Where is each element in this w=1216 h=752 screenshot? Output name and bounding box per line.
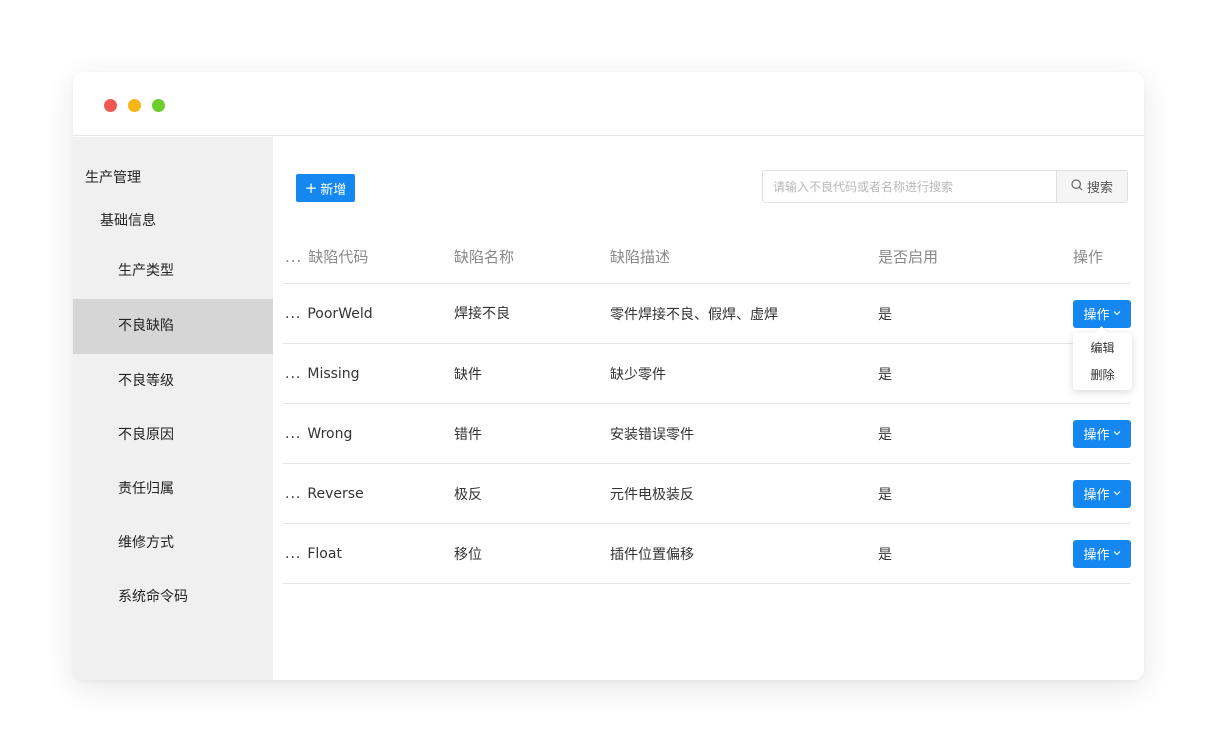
defect-code-text: Reverse	[307, 485, 364, 502]
cell-defect-code: ... PoorWeld	[285, 284, 450, 343]
sidebar-item-label: 不良原因	[118, 427, 174, 443]
app-window: 生产管理 基础信息 生产类型 不良缺陷 不良等级 不良原因 责任归属 维修方式 …	[73, 72, 1144, 680]
sidebar-group-title[interactable]: 生产管理	[85, 167, 141, 187]
row-action-label: 操作	[1083, 548, 1110, 563]
chevron-down-icon	[1113, 546, 1121, 561]
search-button-label: 搜索	[1086, 181, 1113, 196]
sidebar-item-production-type[interactable]: 生产类型	[73, 244, 273, 299]
row-more-icon[interactable]: ...	[285, 546, 301, 562]
cell-actions: 操作	[1073, 404, 1133, 463]
cell-defect-code: ... Wrong	[285, 404, 450, 463]
table-row: ... Wrong 错件 安装错误零件 是 操作	[283, 404, 1131, 464]
row-action-button[interactable]: 操作	[1073, 539, 1131, 568]
sidebar-item-label: 不良缺陷	[118, 318, 174, 334]
defect-table: ... 缺陷代码 缺陷名称 缺陷描述 是否启用 操作 ... PoorWeld 焊接…	[283, 230, 1131, 584]
sidebar-item-defect[interactable]: 不良缺陷	[73, 299, 273, 354]
minimize-window-button[interactable]	[128, 99, 141, 112]
maximize-window-button[interactable]	[152, 99, 165, 112]
header-label: 缺陷代码	[308, 248, 369, 266]
cell-defect-name: 极反	[454, 486, 482, 503]
cell-defect-description: 插件位置偏移	[610, 546, 694, 563]
row-action-label: 操作	[1083, 488, 1110, 503]
add-button-label: 新增	[320, 182, 347, 198]
menu-item-delete[interactable]: 删除	[1073, 362, 1132, 389]
cell-defect-description: 元件电极装反	[610, 486, 694, 503]
search-bar: 搜索	[762, 170, 1128, 203]
action-dropdown-menu: 编辑 删除	[1073, 333, 1132, 390]
cell-defect-description: 零件焊接不良、假焊、虚焊	[610, 306, 778, 323]
row-action-label: 操作	[1083, 428, 1110, 443]
sidebar-item-label: 维修方式	[118, 535, 174, 551]
row-action-button[interactable]: 操作	[1073, 299, 1131, 328]
header-defect-name: 缺陷名称	[454, 248, 515, 266]
cell-actions: 操作	[1073, 524, 1133, 583]
defect-code-text: Missing	[307, 365, 360, 382]
column-more-icon[interactable]: ...	[285, 248, 302, 266]
table-header: ... 缺陷代码 缺陷名称 缺陷描述 是否启用 操作	[283, 230, 1131, 284]
header-defect-description: 缺陷描述	[610, 248, 671, 266]
sidebar-item-defect-level[interactable]: 不良等级	[73, 354, 273, 409]
search-button[interactable]: 搜索	[1056, 171, 1127, 202]
close-window-button[interactable]	[104, 99, 117, 112]
defect-code-text: Wrong	[307, 425, 353, 442]
cell-defect-name: 错件	[454, 426, 482, 443]
cell-enabled: 是	[878, 306, 892, 323]
table-row: ... Reverse 极反 元件电极装反 是 操作	[283, 464, 1131, 524]
chevron-down-icon	[1113, 306, 1121, 321]
cell-defect-description: 缺少零件	[610, 366, 666, 383]
row-action-label: 操作	[1083, 308, 1110, 323]
sidebar-item-label: 生产类型	[118, 263, 174, 279]
table-row: ...Missing 缺件 缺少零件 是 操作	[283, 344, 1131, 404]
cell-defect-name: 移位	[454, 546, 482, 563]
cell-enabled: 是	[878, 486, 892, 503]
header-defect-code[interactable]: ... 缺陷代码	[285, 230, 450, 283]
main-content: + 新增 搜索 ... 缺陷代码 缺陷名称 缺陷描述 是否启用 操作 ... Poo…	[273, 137, 1144, 680]
row-more-icon[interactable]: ...	[285, 486, 301, 502]
sidebar-item-label: 责任归属	[118, 481, 174, 497]
search-input[interactable]	[763, 171, 1056, 202]
sidebar-subgroup-title[interactable]: 基础信息	[100, 210, 156, 230]
chevron-down-icon	[1113, 426, 1121, 441]
cell-defect-name: 焊接不良	[454, 306, 510, 322]
row-action-button[interactable]: 操作	[1073, 419, 1131, 448]
table-row: ... Float 移位 插件位置偏移 是 操作	[283, 524, 1131, 584]
cell-defect-code: ... Reverse	[285, 464, 450, 523]
cell-actions: 操作	[1073, 464, 1133, 523]
chevron-down-icon	[1113, 486, 1121, 501]
sidebar-item-defect-reason[interactable]: 不良原因	[73, 408, 273, 463]
row-more-icon[interactable]: ...	[285, 366, 301, 382]
row-more-icon[interactable]: ...	[285, 306, 301, 322]
header-enabled: 是否启用	[878, 248, 939, 266]
sidebar-item-label: 系统命令码	[118, 589, 188, 605]
row-more-icon[interactable]: ...	[285, 426, 301, 442]
defect-code-text: PoorWeld	[307, 305, 373, 322]
search-icon	[1071, 178, 1083, 195]
menu-item-edit[interactable]: 编辑	[1073, 335, 1132, 362]
add-button[interactable]: + 新增	[296, 174, 355, 202]
cell-defect-name: 缺件	[454, 366, 482, 383]
sidebar-item-label: 不良等级	[118, 373, 174, 389]
table-row: ... PoorWeld 焊接不良 零件焊接不良、假焊、虚焊 是 操作	[283, 284, 1131, 344]
sidebar-item-responsibility[interactable]: 责任归属	[73, 462, 273, 517]
header-actions: 操作	[1073, 248, 1104, 266]
cell-defect-description: 安装错误零件	[610, 426, 694, 443]
cell-enabled: 是	[878, 546, 892, 563]
sidebar: 生产管理 基础信息 生产类型 不良缺陷 不良等级 不良原因 责任归属 维修方式 …	[73, 137, 273, 680]
sidebar-item-repair-method[interactable]: 维修方式	[73, 516, 273, 571]
plus-icon: +	[304, 178, 318, 197]
title-bar	[73, 72, 1144, 136]
defect-code-text: Float	[307, 545, 342, 562]
cell-enabled: 是	[878, 366, 892, 383]
sidebar-item-system-command-code[interactable]: 系统命令码	[73, 570, 273, 625]
cell-defect-code: ... Float	[285, 524, 450, 583]
cell-enabled: 是	[878, 426, 892, 443]
row-action-button[interactable]: 操作	[1073, 479, 1131, 508]
cell-defect-code: ... Missing	[285, 344, 450, 403]
